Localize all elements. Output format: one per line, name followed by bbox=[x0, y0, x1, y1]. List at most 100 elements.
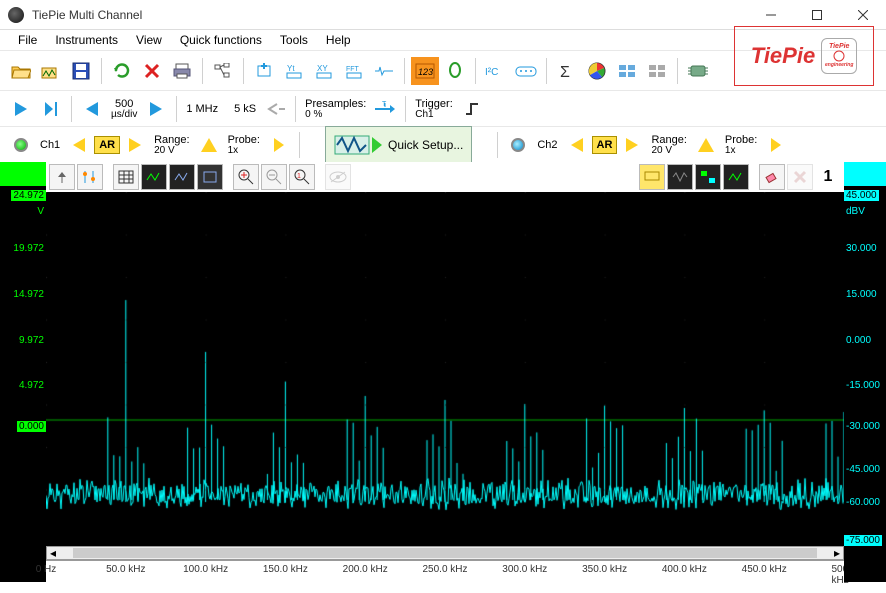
add-xy-graph-button[interactable]: XY bbox=[310, 57, 338, 85]
menu-help[interactable]: Help bbox=[318, 31, 359, 49]
zoom-reset-icon[interactable]: 1 bbox=[289, 164, 315, 190]
timebase-dec-button[interactable] bbox=[78, 95, 106, 123]
right-tick: -30.000 bbox=[846, 421, 880, 432]
cursor-pair-icon[interactable] bbox=[77, 164, 103, 190]
left-y-axis[interactable]: 24.972 V 19.97214.9729.9724.972 0.000 bbox=[0, 162, 46, 582]
ch1-toggle[interactable] bbox=[7, 131, 35, 159]
timebase-label[interactable]: 500 µs/div bbox=[107, 98, 141, 120]
x-tick: 50.0 kHz bbox=[106, 564, 145, 575]
ch2-range-tri[interactable] bbox=[692, 131, 720, 159]
menu-tools[interactable]: Tools bbox=[272, 31, 316, 49]
trigger-group[interactable]: Trigger: Ch1 bbox=[411, 98, 457, 120]
right-axis-unit: dBV bbox=[846, 206, 865, 217]
ch2-range-group[interactable]: Range: 20 V bbox=[647, 134, 690, 156]
single-button[interactable] bbox=[37, 95, 65, 123]
ch-select-icon[interactable] bbox=[695, 164, 721, 190]
left-tick: 9.972 bbox=[2, 335, 44, 346]
i2c-button[interactable]: I²C bbox=[482, 57, 510, 85]
right-axis-top-value: 45.000 bbox=[844, 190, 879, 201]
x-axis[interactable]: 0 Hz50.0 kHz100.0 kHz150.0 kHz200.0 kHz2… bbox=[46, 560, 844, 582]
grid1-button[interactable] bbox=[613, 57, 641, 85]
grid2-button[interactable] bbox=[643, 57, 671, 85]
horizontal-scrollbar[interactable]: ◂▸ bbox=[46, 546, 844, 560]
left-axis-unit: V bbox=[2, 206, 44, 217]
svg-text:1: 1 bbox=[297, 173, 301, 180]
logo: TiePie TiePie engineering bbox=[734, 26, 874, 86]
x-tick: 400.0 kHz bbox=[662, 564, 707, 575]
reload-button[interactable] bbox=[108, 57, 136, 85]
ch1-range-dec[interactable] bbox=[65, 131, 93, 159]
open-button[interactable] bbox=[7, 57, 35, 85]
right-tick: 15.000 bbox=[846, 289, 877, 300]
signal-button[interactable] bbox=[370, 57, 398, 85]
visibility-icon[interactable] bbox=[325, 164, 351, 190]
trigger-edge-button[interactable] bbox=[458, 95, 486, 123]
ch2-probe-tri[interactable] bbox=[762, 131, 790, 159]
grid-mode-icon[interactable] bbox=[113, 164, 139, 190]
sigma-button[interactable]: Σ bbox=[553, 57, 581, 85]
cursor-button[interactable] bbox=[441, 57, 469, 85]
ch1-label[interactable]: Ch1 bbox=[36, 139, 64, 151]
plot-canvas[interactable] bbox=[46, 192, 844, 546]
right-tick: 0.000 bbox=[846, 335, 871, 346]
toolbar-main: Yt XY FFT 123 I²C Σ TiePie TiePie engine… bbox=[0, 50, 886, 90]
ch2-range-dec[interactable] bbox=[563, 131, 591, 159]
ch1-range-group[interactable]: Range: 20 V bbox=[150, 134, 193, 156]
chip-button[interactable] bbox=[684, 57, 712, 85]
svg-text:FFT: FFT bbox=[346, 66, 360, 73]
save-button[interactable] bbox=[67, 57, 95, 85]
axis-up-icon[interactable] bbox=[49, 164, 75, 190]
quick-setup-button[interactable]: Quick Setup... bbox=[325, 126, 472, 164]
menu-instruments[interactable]: Instruments bbox=[47, 31, 126, 49]
add-graph-button[interactable] bbox=[250, 57, 278, 85]
right-tick: -45.000 bbox=[846, 464, 880, 475]
meter-button[interactable]: 123 bbox=[411, 57, 439, 85]
stream-left-button[interactable] bbox=[261, 95, 289, 123]
add-yt-graph-button[interactable]: Yt bbox=[280, 57, 308, 85]
ch1-range-inc[interactable] bbox=[121, 131, 149, 159]
menu-file[interactable]: File bbox=[10, 31, 45, 49]
presamples-group[interactable]: Presamples: 0 % bbox=[301, 98, 370, 120]
print-button[interactable] bbox=[168, 57, 196, 85]
border-icon[interactable] bbox=[197, 164, 223, 190]
x-tick: 150.0 kHz bbox=[263, 564, 308, 575]
ch1-range-tri[interactable] bbox=[195, 131, 223, 159]
x-tick: 450.0 kHz bbox=[742, 564, 787, 575]
ch1-probe-tri[interactable] bbox=[265, 131, 293, 159]
ch2-toggle[interactable] bbox=[504, 131, 532, 159]
theme-light-icon[interactable] bbox=[169, 164, 195, 190]
ch2-range-inc[interactable] bbox=[618, 131, 646, 159]
menu-quick-functions[interactable]: Quick functions bbox=[172, 31, 270, 49]
ch2-probe-group[interactable]: Probe: 1x bbox=[721, 134, 761, 156]
wave-green-icon[interactable] bbox=[723, 164, 749, 190]
x-tick: 250.0 kHz bbox=[422, 564, 467, 575]
open-measure-button[interactable] bbox=[37, 57, 65, 85]
delete-button[interactable] bbox=[138, 57, 166, 85]
eraser-icon[interactable] bbox=[759, 164, 785, 190]
trigger-pos-button[interactable]: T bbox=[371, 95, 399, 123]
ch2-label[interactable]: Ch2 bbox=[533, 139, 561, 151]
ch1-probe-group[interactable]: Probe: 1x bbox=[224, 134, 264, 156]
zoom-out-icon[interactable] bbox=[261, 164, 287, 190]
ch1-ar[interactable]: AR bbox=[94, 136, 120, 154]
ch2-ar[interactable]: AR bbox=[592, 136, 618, 154]
run-button[interactable] bbox=[7, 95, 35, 123]
object-tree-button[interactable] bbox=[209, 57, 237, 85]
timebase-inc-button[interactable] bbox=[142, 95, 170, 123]
record-length[interactable]: 5 kS bbox=[230, 103, 260, 115]
comment-icon[interactable] bbox=[639, 164, 665, 190]
right-y-axis[interactable]: 45.000 dBV 30.00015.0000.000-15.000-30.0… bbox=[844, 162, 886, 582]
wave-compare-icon[interactable] bbox=[667, 164, 693, 190]
sample-rate[interactable]: 1 MHz bbox=[182, 103, 222, 115]
left-axis-zero: 0.000 bbox=[17, 421, 46, 432]
add-fft-graph-button[interactable]: FFT bbox=[340, 57, 368, 85]
clear-icon[interactable] bbox=[787, 164, 813, 190]
theme-dark-icon[interactable] bbox=[141, 164, 167, 190]
right-tick: -60.000 bbox=[846, 497, 880, 508]
menu-view[interactable]: View bbox=[128, 31, 170, 49]
color-wheel-button[interactable] bbox=[583, 57, 611, 85]
zoom-in-icon[interactable] bbox=[233, 164, 259, 190]
left-axis-top-value: 24.972 bbox=[11, 190, 46, 201]
serial-button[interactable] bbox=[512, 57, 540, 85]
left-tick: 14.972 bbox=[2, 289, 44, 300]
